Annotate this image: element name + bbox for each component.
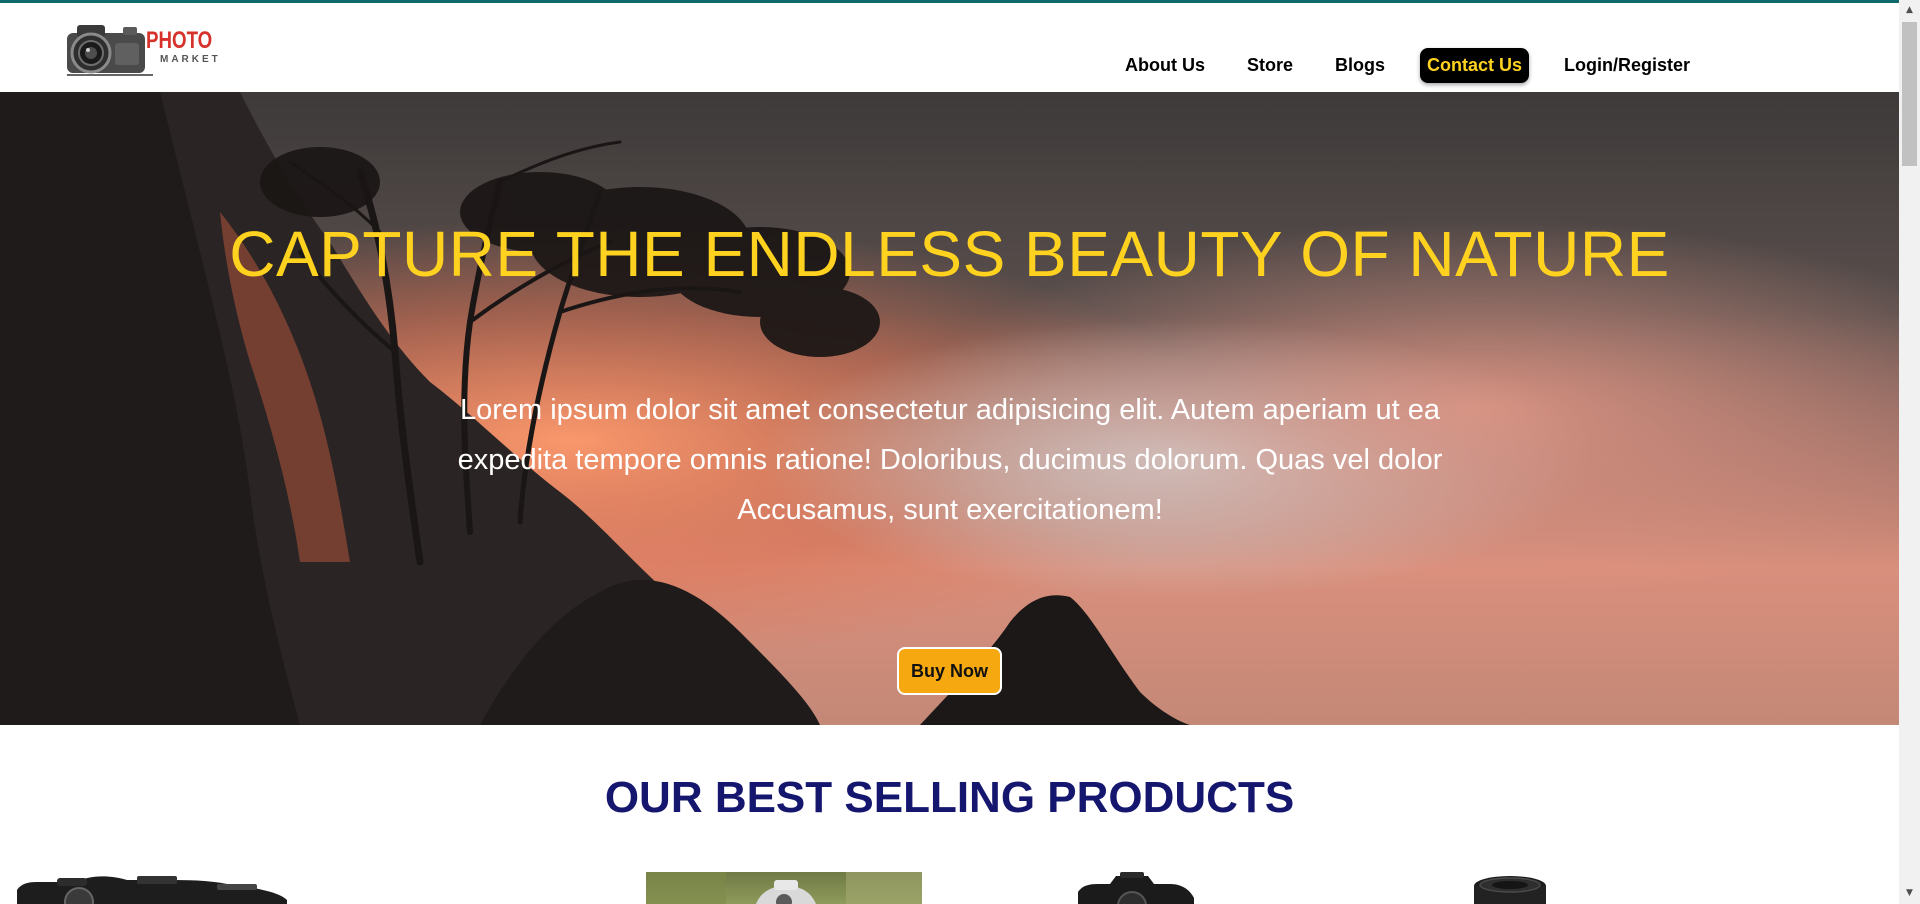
page-scrollbar[interactable]: ▲ ▼ bbox=[1899, 0, 1920, 904]
scroll-down-icon[interactable]: ▼ bbox=[1899, 885, 1920, 902]
hero-text-line-1: Lorem ipsum dolor sit amet consectetur a… bbox=[459, 394, 1441, 426]
main-nav: About Us Store Blogs Contact Us Login/Re… bbox=[1118, 47, 1725, 83]
scroll-up-icon[interactable]: ▲ bbox=[1899, 2, 1920, 19]
hero-section: CAPTURE THE ENDLESS BEAUTY OF NATURE Lor… bbox=[0, 92, 1899, 725]
scroll-thumb[interactable] bbox=[1902, 22, 1917, 166]
nav-login-register[interactable]: Login/Register bbox=[1557, 48, 1697, 83]
camera-lens-image bbox=[1474, 876, 1546, 904]
best-selling-title: OUR BEST SELLING PRODUCTS bbox=[604, 773, 1295, 822]
dslr-camera-image bbox=[1078, 872, 1194, 904]
product-card-1[interactable] bbox=[17, 872, 287, 904]
nav-store[interactable]: Store bbox=[1240, 48, 1300, 83]
site-logo[interactable]: PHOTO MARKET bbox=[63, 15, 221, 79]
hero-text-line-3: Accusamus, sunt exercitationem! bbox=[737, 494, 1163, 526]
compact-camera-image bbox=[17, 876, 287, 904]
camera-outdoor-photo bbox=[646, 872, 922, 904]
nav-blogs[interactable]: Blogs bbox=[1328, 48, 1392, 83]
product-card-4[interactable] bbox=[1450, 872, 1570, 904]
nav-about-us[interactable]: About Us bbox=[1118, 48, 1212, 83]
page: PHOTO MARKET About Us Store Blogs Contac… bbox=[0, 0, 1920, 904]
hero-description: Lorem ipsum dolor sit amet consectetur a… bbox=[400, 385, 1500, 535]
product-card-2[interactable] bbox=[646, 872, 922, 904]
logo-word-market: MARKET bbox=[160, 54, 221, 65]
site-header: PHOTO MARKET About Us Store Blogs Contac… bbox=[0, 3, 1899, 92]
product-card-3[interactable] bbox=[1060, 872, 1210, 904]
nav-contact-us[interactable]: Contact Us bbox=[1420, 47, 1530, 83]
camera-logo-icon bbox=[67, 25, 153, 76]
hero-title: CAPTURE THE ENDLESS BEAUTY OF NATURE bbox=[229, 218, 1670, 290]
hero-text-line-2: expedita tempore omnis ratione! Doloribu… bbox=[457, 444, 1443, 476]
buy-now-button[interactable]: Buy Now bbox=[897, 647, 1002, 695]
logo-word-photo: PHOTO bbox=[146, 27, 213, 54]
logo-text: PHOTO MARKET bbox=[146, 27, 221, 65]
